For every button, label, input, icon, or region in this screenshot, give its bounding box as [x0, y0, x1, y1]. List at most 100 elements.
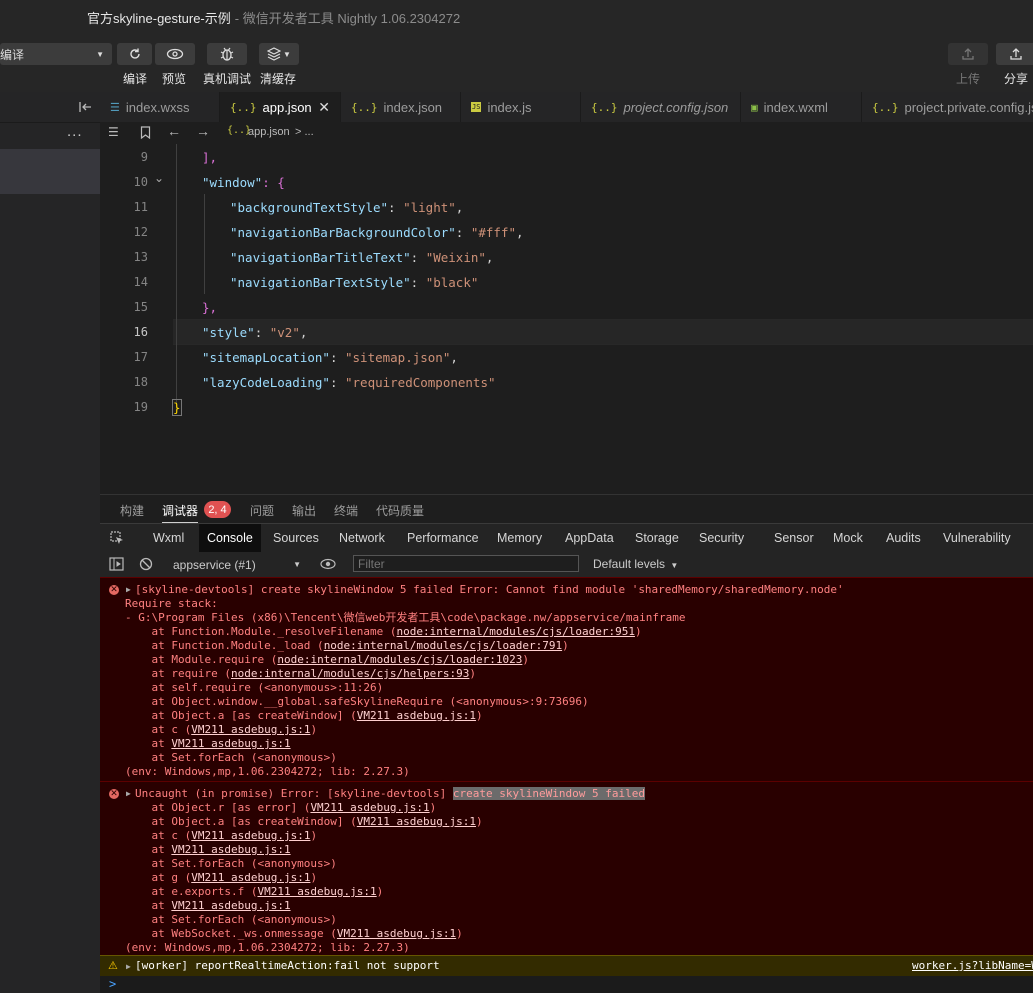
frame-text: at Object.r [as error] (: [125, 801, 311, 814]
stack-frame: at e.exports.f (VM211 asdebug.js:1): [125, 885, 383, 899]
console-prompt[interactable]: >: [109, 977, 116, 991]
source-link[interactable]: node:internal/modules/cjs/loader:951: [397, 625, 635, 638]
tab-wxml[interactable]: Wxml: [153, 524, 184, 552]
expand-triangle-icon[interactable]: ▶: [126, 787, 131, 801]
source-link[interactable]: VM211 asdebug.js:1: [191, 723, 310, 736]
tab-app-json[interactable]: {..} app.json ✕: [220, 92, 341, 122]
bookmark-icon[interactable]: [140, 126, 151, 139]
filter-input[interactable]: [353, 555, 579, 572]
json-icon: {..}: [591, 100, 618, 114]
error-env: (env: Windows,mp,1.06.2304272; lib: 2.27…: [125, 941, 410, 954]
inspect-element-icon[interactable]: [110, 531, 124, 545]
source-link[interactable]: VM211 asdebug.js:1: [357, 815, 476, 828]
tab-memory[interactable]: Memory: [497, 524, 542, 552]
tab-index-js[interactable]: JS index.js: [461, 92, 581, 122]
forward-arrow-icon[interactable]: →: [196, 123, 210, 139]
source-link[interactable]: VM211 asdebug.js:1: [337, 927, 456, 940]
tab-vulnerability[interactable]: Vulnerability: [943, 524, 1011, 552]
tab-index-wxml[interactable]: ▣ index.wxml: [741, 92, 862, 122]
tab-appdata[interactable]: AppData: [565, 524, 614, 552]
clear-cache-button[interactable]: ▼: [259, 43, 299, 65]
css-icon: ☰: [110, 100, 120, 114]
tab-security[interactable]: Security: [699, 524, 744, 552]
frame-text: at Object.window.__global.safeSkylineReq…: [125, 695, 589, 708]
frame-text: at: [125, 737, 172, 750]
code-editor[interactable]: 9 ], 10 ⌄ "window": { 11 "backgroundText…: [100, 144, 1033, 494]
upload-button[interactable]: [948, 43, 988, 65]
expand-triangle-icon[interactable]: ▶: [126, 583, 131, 597]
eye-icon[interactable]: [320, 558, 336, 570]
context-select[interactable]: appservice (#1) ▼: [165, 552, 305, 577]
tab-label: app.json: [262, 99, 312, 115]
line-number: 19: [133, 400, 148, 414]
source-link[interactable]: VM211 asdebug.js:1: [310, 801, 429, 814]
frame-text: ): [429, 801, 437, 814]
file-explorer: ...: [0, 92, 100, 993]
json-punct: ,: [485, 250, 494, 265]
source-link[interactable]: VM211 asdebug.js:1: [191, 829, 310, 842]
source-link[interactable]: worker.js?libName=W: [912, 959, 1033, 973]
source-link[interactable]: VM211 asdebug.js:1: [257, 885, 376, 898]
tab-sources[interactable]: Sources: [273, 524, 319, 552]
json-punct: ,: [299, 325, 308, 340]
source-link[interactable]: node:internal/modules/cjs/loader:791: [324, 639, 562, 652]
tab-output[interactable]: 输出: [292, 502, 316, 519]
more-actions-icon[interactable]: ...: [67, 123, 83, 140]
tab-label: index.js: [487, 99, 532, 115]
source-link[interactable]: VM211 asdebug.js:1: [357, 709, 476, 722]
preview-button[interactable]: [155, 43, 195, 65]
fold-chevron-icon[interactable]: ⌄: [154, 171, 164, 185]
clear-console-icon[interactable]: [139, 557, 153, 571]
tab-build[interactable]: 构建: [120, 502, 144, 519]
source-link[interactable]: node:internal/modules/cjs/loader:1023: [277, 653, 522, 666]
source-link[interactable]: VM211 asdebug.js:1: [171, 899, 290, 912]
source-link[interactable]: VM211 asdebug.js:1: [191, 871, 310, 884]
tab-label: index.wxml: [763, 99, 828, 115]
list-icon[interactable]: ☰: [108, 125, 119, 139]
frame-text: at e.exports.f (: [125, 885, 258, 898]
source-link[interactable]: VM211 asdebug.js:1: [171, 843, 290, 856]
sidebar-toggle-icon[interactable]: [109, 557, 124, 571]
explorer-selected-item[interactable]: [0, 149, 100, 194]
share-button[interactable]: [996, 43, 1033, 65]
error-message: Uncaught (in promise) Error: [skyline-de…: [135, 787, 645, 801]
error-message: [skyline-devtools] create skylineWindow …: [135, 583, 844, 596]
breadcrumb-file[interactable]: app.json: [248, 126, 290, 138]
close-icon[interactable]: ✕: [318, 99, 330, 116]
json-punct: ,: [516, 225, 524, 240]
compile-button[interactable]: [117, 43, 152, 65]
tab-network[interactable]: Network: [339, 524, 385, 552]
collapse-panel-icon[interactable]: [78, 100, 92, 114]
tab-code-quality[interactable]: 代码质量: [376, 502, 424, 519]
tab-mock[interactable]: Mock: [833, 524, 863, 552]
tab-audits[interactable]: Audits: [886, 524, 921, 552]
tab-project-config-json[interactable]: {..} project.config.json: [581, 92, 741, 122]
tab-terminal[interactable]: 终端: [334, 502, 358, 519]
json-value: "light": [403, 200, 456, 215]
back-arrow-icon[interactable]: ←: [167, 123, 181, 139]
frame-text: at: [125, 899, 172, 912]
json-punct: ,: [455, 200, 464, 215]
tab-issues[interactable]: 问题: [250, 502, 274, 519]
device-debug-button[interactable]: [207, 43, 247, 65]
frame-text: at Function.Module._resolveFilename (: [125, 625, 397, 638]
compile-mode-select[interactable]: 编译 ▼: [0, 43, 112, 65]
frame-text: ): [456, 927, 463, 940]
source-link[interactable]: node:internal/modules/cjs/helpers:93: [231, 667, 469, 680]
tab-debugger[interactable]: 调试器: [162, 502, 199, 524]
tab-index-wxss[interactable]: ☰ index.wxss: [100, 92, 220, 122]
source-link[interactable]: VM211 asdebug.js:1: [171, 737, 290, 750]
json-key: "style": [202, 325, 255, 340]
tab-storage[interactable]: Storage: [635, 524, 679, 552]
log-levels-select[interactable]: Default levels ▼: [593, 557, 678, 571]
tab-console[interactable]: Console: [199, 524, 261, 552]
stack-frame: at Set.forEach (<anonymous>): [125, 913, 336, 927]
tab-performance[interactable]: Performance: [407, 524, 479, 552]
expand-triangle-icon[interactable]: ▶: [126, 960, 131, 974]
tab-project-private-config[interactable]: {..} project.private.config.js: [862, 92, 1033, 122]
tab-index-json[interactable]: {..} index.json: [341, 92, 461, 122]
line-number: 9: [140, 150, 148, 164]
line-number: 12: [133, 225, 148, 239]
tab-sensor[interactable]: Sensor: [774, 524, 814, 552]
json-key: "window": [202, 175, 263, 190]
